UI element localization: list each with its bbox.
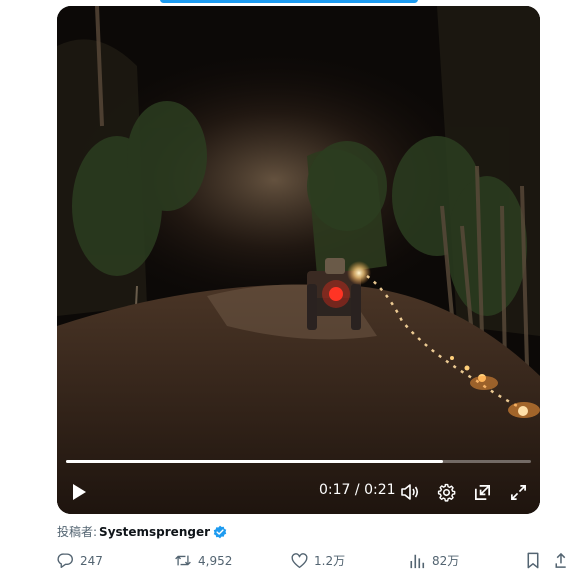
share-button[interactable] <box>555 552 566 569</box>
settings-icon <box>437 483 455 502</box>
byline-prefix: 投稿者: <box>57 525 98 539</box>
time-current: 0:17 <box>319 482 351 498</box>
post-actions: 247 4,952 1.2万 82万 <box>0 552 566 574</box>
verified-badge-icon <box>213 525 227 539</box>
video-progress-fill <box>66 460 443 463</box>
reply-button[interactable]: 247 <box>57 552 103 569</box>
settings-button[interactable] <box>435 480 457 504</box>
volume-button[interactable] <box>399 480 421 504</box>
bookmark-icon <box>527 552 539 569</box>
play-icon <box>73 484 86 500</box>
author-name[interactable]: Systemsprenger <box>99 525 210 539</box>
top-banner-bar <box>160 0 418 3</box>
pop-out-button[interactable] <box>471 480 493 504</box>
video-frame <box>57 6 540 514</box>
play-button[interactable] <box>69 480 89 504</box>
reply-icon <box>57 553 73 568</box>
repost-button[interactable]: 4,952 <box>174 552 232 569</box>
time-separator: / <box>354 482 360 498</box>
video-player[interactable]: 0:17 / 0:21 <box>57 6 540 514</box>
views-chart-icon <box>410 554 425 568</box>
repost-icon <box>175 555 191 566</box>
reply-count: 247 <box>80 553 103 568</box>
time-total: 0:21 <box>364 482 396 498</box>
pop-out-icon <box>474 484 490 500</box>
bookmark-button[interactable] <box>526 552 546 569</box>
volume-icon <box>401 484 419 500</box>
video-time: 0:17 / 0:21 <box>319 482 396 498</box>
views-count: 82万 <box>432 554 460 568</box>
share-icon <box>555 552 566 568</box>
fullscreen-button[interactable] <box>507 480 529 504</box>
repost-count: 4,952 <box>198 553 233 568</box>
like-count: 1.2万 <box>314 554 346 568</box>
like-button[interactable]: 1.2万 <box>291 552 345 569</box>
heart-icon <box>291 552 308 568</box>
video-progress-bar[interactable] <box>66 460 531 463</box>
fullscreen-icon <box>510 484 526 500</box>
post-byline: 投稿者: Systemsprenger <box>57 523 227 540</box>
views-button[interactable]: 82万 <box>409 552 459 569</box>
